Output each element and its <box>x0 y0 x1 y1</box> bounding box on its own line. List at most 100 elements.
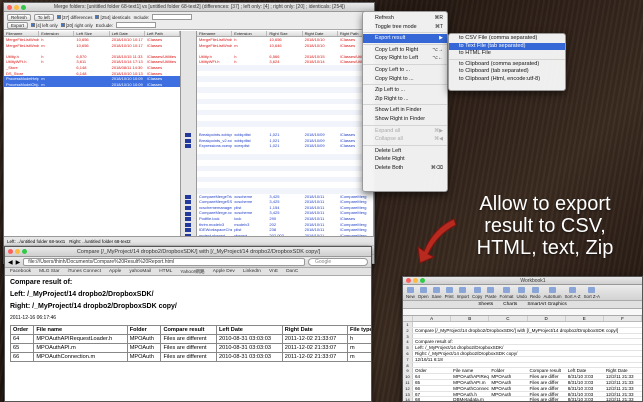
sheet-cell[interactable]: MPOAuthAPI.m <box>451 380 489 385</box>
sheet-cell[interactable]: Right Date <box>604 368 642 373</box>
submenu-item[interactable]: to Clipboard (Html, encode:utf-8) <box>449 76 565 84</box>
submenu-item[interactable]: to Text File (tab separated) <box>449 42 565 51</box>
sheet-cell[interactable] <box>566 339 604 344</box>
sheet-cell[interactable] <box>517 351 542 356</box>
row-number[interactable]: 5 <box>403 345 413 350</box>
spreadsheet-grid[interactable]: 1 2 Compare [/_MyProject/14 dropbo2/Dropbo… <box>403 322 642 401</box>
sheet-cell[interactable]: 8/31/10 3:03 <box>566 374 604 379</box>
sheet-cell[interactable] <box>489 357 527 362</box>
right-pane[interactable]: Filename Extension Right Size Right Date Rig… <box>197 31 374 238</box>
bookmark-link[interactable]: Facebook <box>10 269 31 274</box>
sheet-cell[interactable] <box>413 363 451 368</box>
sheet-cell[interactable]: 12/2/11 21:33 <box>604 386 642 391</box>
sheet-cell[interactable] <box>528 363 566 368</box>
sheet-cell[interactable] <box>614 345 642 350</box>
menu-item[interactable]: Copy Left to Right ⌥→ <box>363 46 447 55</box>
menu-item[interactable]: Zip Left to ... <box>363 86 447 95</box>
toolbar-button[interactable]: Format <box>500 287 513 299</box>
column-header[interactable]: Left Date <box>110 31 145 36</box>
submenu-item[interactable]: to HTML File <box>449 50 565 58</box>
menu-item[interactable]: Delete Right <box>363 155 447 164</box>
sheet-cell[interactable]: MPOAuth <box>489 386 527 391</box>
sheet-cell[interactable]: MPOAuth <box>489 374 527 379</box>
sheet-cell[interactable]: Compare [/_MyProject/14 dropbo2/DropboxS… <box>413 328 618 333</box>
zoom-icon[interactable] <box>21 4 26 10</box>
zoom-icon[interactable] <box>420 278 425 283</box>
right-file-list[interactable]: MergeFileListWndCtrl.hh10,6562018/10/10/… <box>197 37 373 238</box>
ribbon-tab[interactable]: Charts <box>503 302 517 307</box>
bookmark-link[interactable]: Apple <box>109 269 121 274</box>
toolbar-button[interactable]: Paste <box>485 287 497 299</box>
toolbar-button[interactable]: AutoSum <box>543 287 562 299</box>
formula-bar[interactable] <box>403 309 642 316</box>
row-number[interactable]: 14 <box>403 397 413 401</box>
sheet-cell[interactable]: 12/2/11 21:33 <box>604 392 642 397</box>
column-header[interactable]: Filename <box>197 31 233 36</box>
sheet-cell[interactable]: 68 <box>413 397 451 401</box>
minimize-icon[interactable] <box>413 278 418 283</box>
row-number[interactable]: 2 <box>403 327 413 333</box>
sheet-cell[interactable] <box>637 328 642 333</box>
sheet-cell[interactable]: DBMetadata.m <box>451 397 489 401</box>
bookmark-link[interactable]: Yahoo!網路 <box>180 268 204 275</box>
sheet-cell[interactable] <box>451 322 489 327</box>
column-letter[interactable]: B <box>451 316 490 321</box>
sheet-cell[interactable]: Compare result <box>528 368 566 373</box>
menu-item[interactable]: Zip Right to ... <box>363 95 447 104</box>
search-field[interactable]: Google <box>308 258 368 266</box>
sheet-cell[interactable]: MPOAuthConnection.m <box>451 386 489 391</box>
toolbar-button[interactable]: Import <box>457 287 469 299</box>
sheet-cell[interactable]: Left: /_MyProject/14 dropbo2/DropboxSDK/ <box>413 345 503 350</box>
left-only-filter[interactable]: [4] left only <box>31 23 58 28</box>
left-pane[interactable]: Filename Extension Left Size Left Date Left … <box>4 31 181 238</box>
sheet-cell[interactable] <box>453 339 491 344</box>
forward-icon[interactable]: ▶ <box>16 259 21 266</box>
sheet-cell[interactable]: 8/31/10 3:03 <box>566 392 604 397</box>
sheet-cell[interactable] <box>528 322 566 327</box>
submenu-item[interactable]: to Clipboard (comma separated) <box>449 61 565 69</box>
row-number[interactable]: 3 <box>403 333 413 338</box>
zoom-icon[interactable] <box>22 249 27 254</box>
sheet-cell[interactable] <box>489 363 527 368</box>
sheet-cell[interactable] <box>528 339 566 344</box>
back-icon[interactable]: ◀ <box>8 259 13 266</box>
differences-filter[interactable]: [37] differences <box>56 15 92 20</box>
menu-item[interactable]: Delete Both ⌘⌫ <box>363 164 447 173</box>
sheet-cell[interactable] <box>567 351 592 356</box>
refresh-button[interactable]: Refresh <box>7 13 31 21</box>
sheet-cell[interactable]: Files are differ <box>528 392 566 397</box>
row-number[interactable]: 12 <box>403 385 413 391</box>
toolbar-button[interactable]: Print <box>445 287 454 299</box>
sheet-cell[interactable] <box>528 334 566 339</box>
menu-item[interactable]: Copy Right to Left ⌥← <box>363 54 447 63</box>
menu-item[interactable]: Toggle tree mode ⌘T <box>363 23 447 32</box>
url-field[interactable]: file:///Users/thinh/Documents/Compare%20… <box>23 258 305 266</box>
toolbar-button[interactable]: Open <box>418 287 429 299</box>
toolbar-button[interactable]: Save <box>432 287 442 299</box>
left-file-list[interactable]: MergeFileListWndCtrl.hh10,6562018/10/10 … <box>4 37 180 88</box>
sheet-cell[interactable] <box>566 363 604 368</box>
toolbar-button[interactable]: Sort A-Z <box>565 287 581 299</box>
bookmark-link[interactable]: HTML <box>159 269 172 274</box>
minimize-icon[interactable] <box>15 249 20 254</box>
row-number[interactable]: 6 <box>403 350 413 356</box>
bookmark-link[interactable]: iTunes Connect <box>68 269 101 274</box>
row-number[interactable]: 10 <box>403 374 413 379</box>
sheet-cell[interactable]: 12/2/11 21:33 <box>604 374 642 379</box>
identicals-filter[interactable]: [254] identicals <box>95 15 131 20</box>
sheet-cell[interactable]: Right: /_MyProject/14 dropbo2/DropboxSDK… <box>413 351 517 356</box>
sheet-cell[interactable] <box>413 334 451 339</box>
bookmark-link[interactable]: LinkedIn <box>243 269 261 274</box>
sheet-cell[interactable] <box>489 334 527 339</box>
sheet-cell[interactable]: Files are differ <box>528 380 566 385</box>
menu-item[interactable]: Refresh ⌘R <box>363 14 447 23</box>
bookmark-link[interactable]: yahooMail <box>129 269 151 274</box>
column-header[interactable]: Left Size <box>74 31 110 36</box>
row-number[interactable]: 4 <box>403 339 413 344</box>
row-number[interactable]: 11 <box>403 379 413 385</box>
bookmark-link[interactable]: MLG Star <box>39 269 60 274</box>
column-header[interactable]: Extension <box>39 31 75 36</box>
column-header[interactable]: Left Path <box>145 31 180 36</box>
row-number[interactable]: 7 <box>403 356 413 362</box>
row-number[interactable]: 13 <box>403 391 413 396</box>
